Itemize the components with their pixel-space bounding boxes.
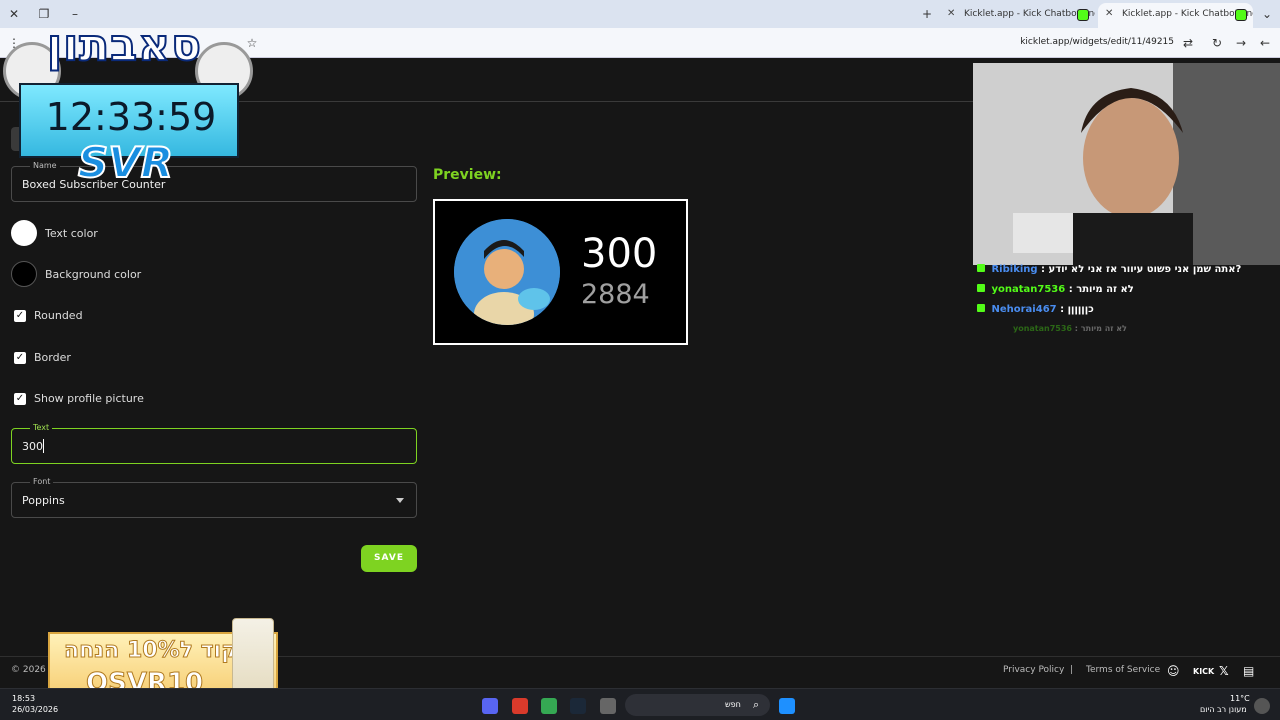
kicklet-favicon-icon (1077, 9, 1089, 21)
kick-icon[interactable]: KICK (1193, 667, 1214, 676)
preview-title: Preview: (433, 167, 502, 183)
background-color-swatch[interactable] (11, 261, 37, 287)
x-twitter-icon[interactable]: 𝕏 (1219, 664, 1229, 678)
reload-icon[interactable]: ↻ (1209, 35, 1225, 51)
footer-separator: | (1070, 665, 1074, 675)
counter-current-value: 2884 (581, 279, 650, 310)
chat-message: Ribiking : אתה שמן אני פשוט עיוור אז אני… (977, 264, 1241, 275)
weather-temperature: 11°C (1230, 694, 1250, 703)
profile-picture-avatar (454, 219, 560, 325)
windows-start-icon[interactable] (779, 698, 795, 714)
close-tab-icon[interactable]: ✕ (947, 3, 955, 25)
close-tab-icon[interactable]: ✕ (1105, 3, 1113, 25)
border-checkbox[interactable]: ✓ (14, 352, 26, 364)
name-field[interactable]: Name Boxed Subscriber Counter (11, 160, 417, 202)
chevron-down-icon (396, 498, 404, 503)
taskbar-date-left: 26/03/2026 (12, 705, 59, 714)
steam-icon[interactable] (570, 698, 586, 714)
text-color-swatch[interactable] (11, 220, 37, 246)
taskbar-search-box[interactable]: חפש ⌕ (625, 694, 770, 716)
taskbar-time-left: 18:53 (12, 694, 36, 703)
taskbar-search-placeholder: חפש (725, 700, 741, 709)
tab-title: Kicklet.app - Kick Chatbot and (1122, 9, 1253, 19)
cartoon-avatar-icon (454, 219, 560, 325)
translate-icon[interactable]: ⇄ (1180, 35, 1196, 51)
url-text[interactable]: kicklet.app/widgets/edit/11/49215 (1020, 37, 1174, 47)
back-icon[interactable]: ← (1257, 35, 1273, 51)
border-label: Border (34, 351, 71, 364)
text-caret (43, 439, 44, 453)
docs-icon[interactable]: ▤ (1243, 664, 1254, 678)
weather-description: מעונן רב היום (1200, 705, 1247, 714)
subscriber-counter-preview: 300 2884 (433, 199, 688, 345)
new-tab-icon[interactable]: + (918, 5, 936, 23)
stream-clock-time: 12:33:59 (45, 95, 217, 139)
kick-badge-icon (977, 304, 985, 312)
name-field-label: Name (30, 160, 60, 172)
chrome-icon[interactable] (541, 698, 557, 714)
discord-icon[interactable]: ☺ (1167, 664, 1180, 678)
screen: ✕ ❐ – + ✕ Kicklet.app - Kick Chatbot and… (0, 0, 1280, 720)
chat-message: yonatan7536 : לא זה מיותר (977, 284, 1134, 295)
chat-message-faded: yonatan7536 : לא זה מיותר (1013, 324, 1127, 333)
text-field-value: 300 (22, 440, 43, 453)
chat-message: Nehorai467 : כןןןןןן (977, 304, 1094, 315)
text-field[interactable]: Text 300 (11, 422, 417, 464)
kick-badge-icon (977, 284, 985, 292)
terms-of-service-link[interactable]: Terms of Service (1086, 665, 1160, 675)
rounded-label: Rounded (34, 309, 83, 322)
weather-icon[interactable] (1254, 698, 1270, 714)
streamer-webcam-image (973, 63, 1280, 265)
text-field-label: Text (30, 422, 53, 434)
kicklet-favicon-icon (1235, 9, 1247, 21)
app-icon[interactable] (512, 698, 528, 714)
promo-headline: קוד ל10% הנחה (63, 638, 238, 664)
show-profile-picture-checkbox[interactable]: ✓ (14, 393, 26, 405)
rounded-checkbox[interactable]: ✓ (14, 310, 26, 322)
file-explorer-icon[interactable] (600, 698, 616, 714)
stream-svr-logo: SVR (77, 137, 174, 188)
tab-title: Kicklet.app - Kick Chatbot and (964, 9, 1095, 19)
save-button[interactable]: SAVE (361, 545, 417, 572)
bookmark-star-icon[interactable]: ☆ (244, 35, 260, 51)
webcam-feed (973, 63, 1280, 265)
close-window-icon[interactable]: ✕ (5, 5, 23, 23)
text-color-label: Text color (45, 227, 98, 240)
discord-app-icon[interactable] (482, 698, 498, 714)
windows-taskbar: 18:53 26/03/2026 חפש ⌕ 11°C מעונן רב היו… (0, 688, 1280, 720)
tab-search-icon[interactable]: ⌄ (1258, 5, 1276, 23)
font-select-value: Poppins (22, 494, 65, 507)
show-profile-picture-label: Show profile picture (34, 392, 144, 405)
counter-goal-text: 300 (581, 231, 658, 277)
font-select[interactable]: Font Poppins (11, 476, 417, 518)
stream-brand-logo: סאבתון (46, 19, 203, 72)
forward-icon[interactable]: → (1233, 35, 1249, 51)
browser-tab-1[interactable]: ✕ Kicklet.app - Kick Chatbot and (940, 3, 1095, 28)
privacy-policy-link[interactable]: Privacy Policy (1003, 665, 1064, 675)
font-select-label: Font (30, 476, 54, 488)
kick-badge-icon (977, 264, 985, 272)
search-icon: ⌕ (753, 698, 760, 711)
browser-tab-2-active[interactable]: ✕ Kicklet.app - Kick Chatbot and (1098, 3, 1253, 28)
background-color-label: Background color (45, 268, 142, 281)
